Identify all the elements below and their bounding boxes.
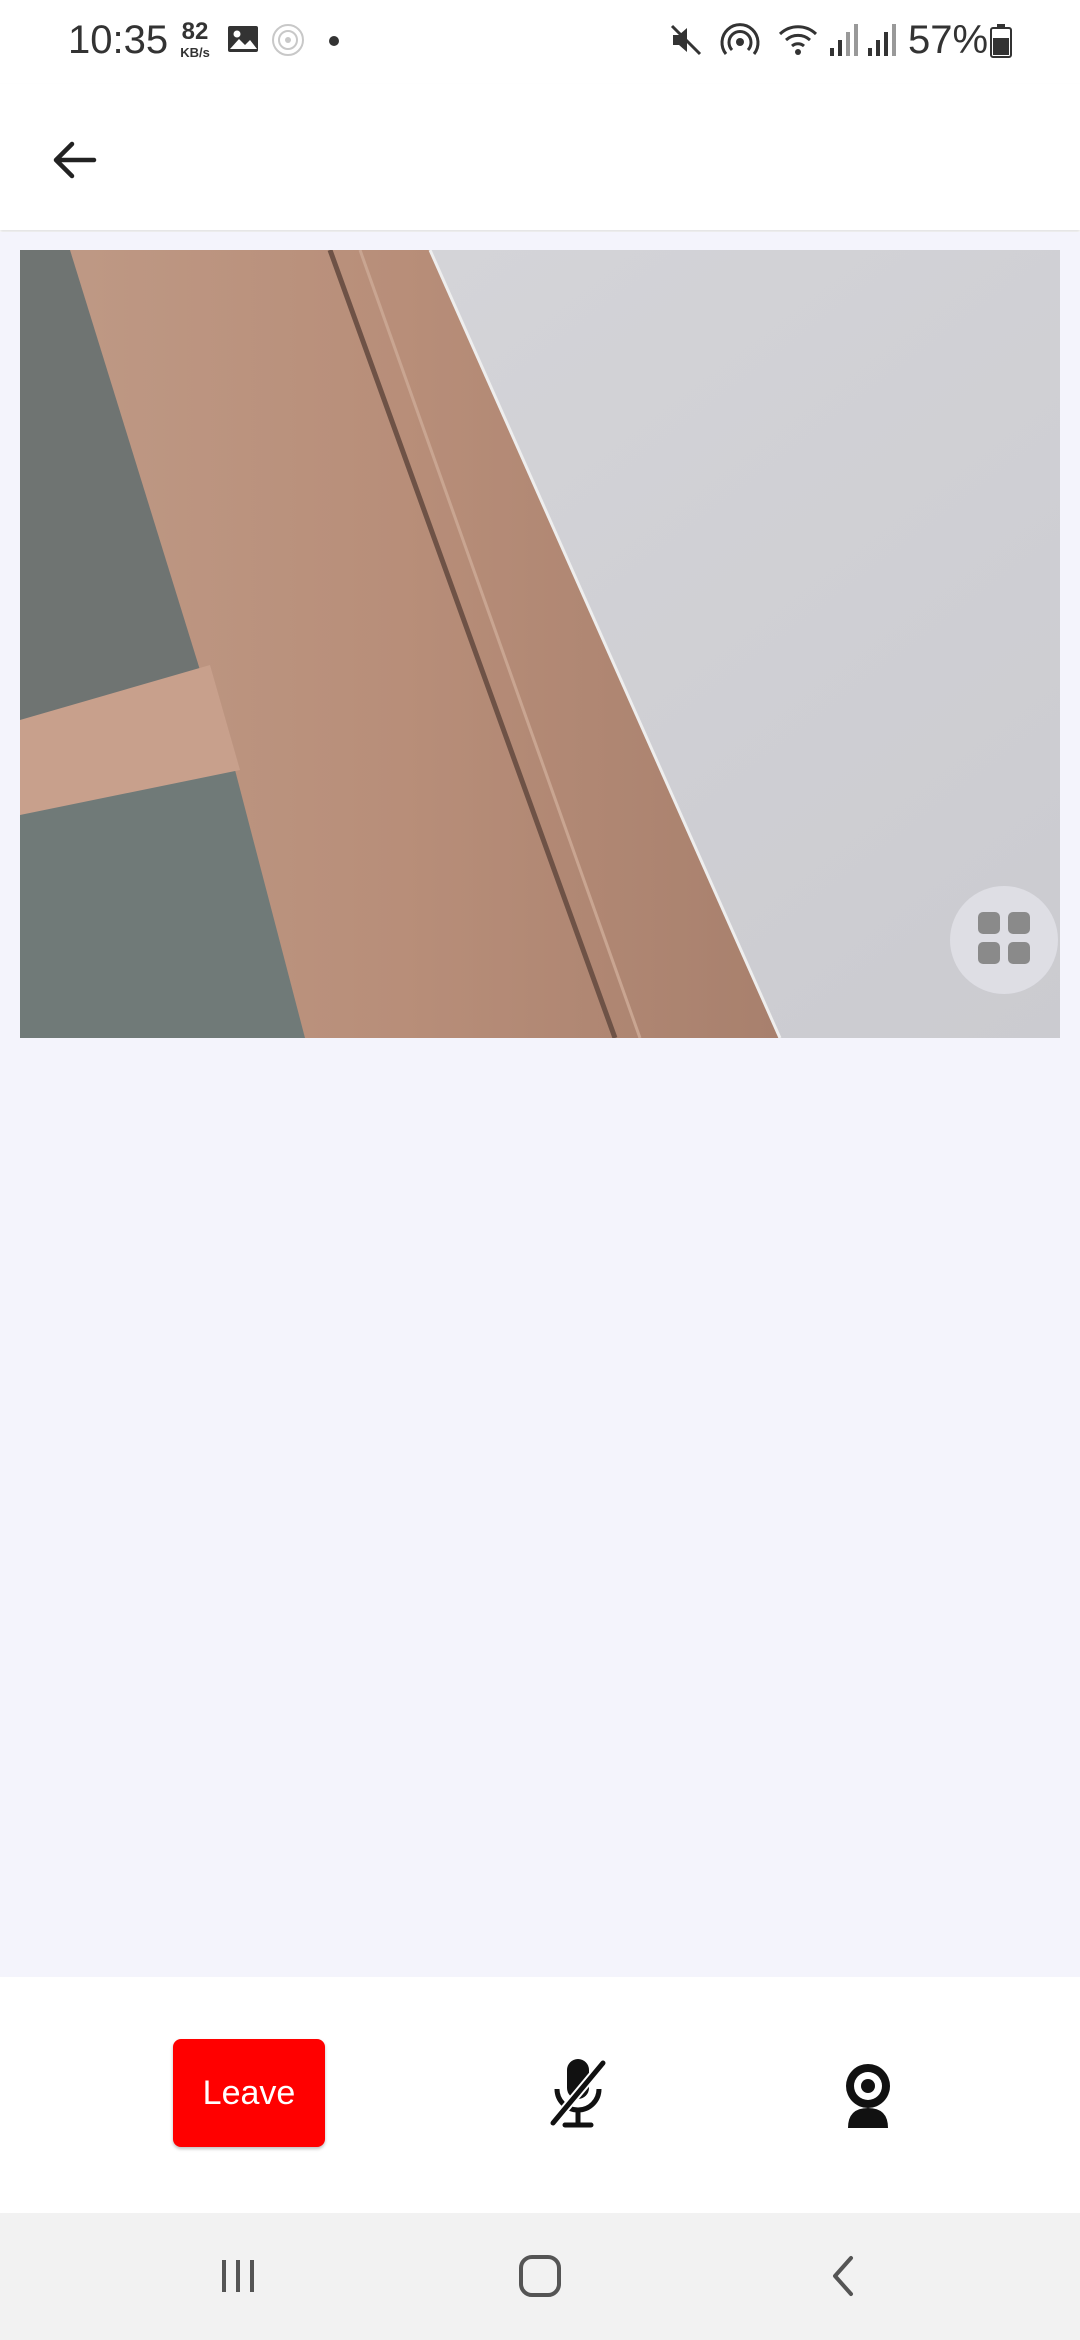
- back-button[interactable]: [40, 128, 108, 196]
- network-speed: 82 KB/s: [174, 18, 216, 60]
- signal-icon: [866, 22, 898, 63]
- system-back-button[interactable]: [808, 2243, 878, 2313]
- meeting-content: [0, 232, 1080, 1977]
- recent-apps-button[interactable]: [203, 2243, 273, 2313]
- app-bar: [0, 84, 1080, 230]
- webcam-icon: [840, 2060, 896, 2135]
- video-frame: [20, 250, 1060, 1038]
- arrow-left-icon: [50, 138, 98, 187]
- mute-icon: [668, 22, 704, 63]
- system-nav-bar: [0, 2213, 1080, 2340]
- battery-icon: [990, 24, 1012, 63]
- call-controls: Leave: [0, 1977, 1080, 2213]
- status-time: 10:35: [68, 18, 169, 62]
- home-icon: [516, 2252, 564, 2305]
- mic-toggle-button[interactable]: [538, 2053, 618, 2139]
- recent-apps-icon: [216, 2254, 260, 2303]
- mic-off-icon: [547, 2057, 609, 2136]
- dot-icon: [328, 34, 340, 52]
- video-feed: [20, 250, 1060, 1038]
- grid-icon: [976, 910, 1032, 971]
- signal-icon: [828, 22, 860, 63]
- layout-toggle-button[interactable]: [950, 886, 1058, 994]
- back-icon: [823, 2252, 863, 2305]
- home-button[interactable]: [505, 2243, 575, 2313]
- vpn-icon: [270, 22, 306, 63]
- battery-percent: 57%: [908, 18, 989, 62]
- gallery-icon: [226, 22, 260, 61]
- network-speed-unit: KB/s: [180, 45, 210, 60]
- leave-button[interactable]: Leave: [173, 2039, 325, 2147]
- camera-toggle-button[interactable]: [828, 2055, 908, 2139]
- network-speed-value: 82: [181, 18, 209, 45]
- wifi-icon: [776, 22, 820, 63]
- hotspot-icon: [720, 22, 760, 63]
- status-bar: 10:35 82 KB/s 57%: [0, 0, 1080, 84]
